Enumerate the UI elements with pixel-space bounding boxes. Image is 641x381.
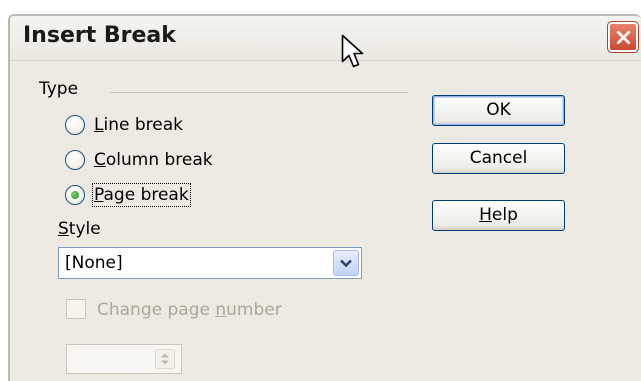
ok-button[interactable]: OK — [432, 95, 565, 126]
radio-circle-selected[interactable] — [65, 185, 85, 205]
type-group-divider — [110, 92, 408, 93]
spin-arrows-icon — [161, 353, 169, 365]
style-selected-value: [None] — [65, 253, 123, 273]
radio-label-column-break[interactable]: Column break — [94, 150, 213, 170]
radio-label-line-break[interactable]: Line break — [94, 115, 183, 135]
change-page-number-label: Change page number — [97, 300, 282, 320]
style-label: Style — [58, 219, 101, 239]
close-button[interactable] — [607, 21, 639, 53]
radio-selected-dot — [71, 191, 79, 199]
radio-circle[interactable] — [65, 150, 85, 170]
help-button[interactable]: Help — [432, 200, 565, 231]
change-page-number-checkbox[interactable] — [66, 299, 86, 319]
spin-button[interactable] — [155, 349, 175, 369]
style-dropdown[interactable]: [None] — [58, 247, 362, 279]
page-number-spinbox[interactable] — [66, 344, 182, 374]
insert-break-dialog: Insert Break Type Line break Column brea… — [8, 14, 641, 381]
cancel-button[interactable]: Cancel — [432, 143, 565, 174]
title-bar[interactable]: Insert Break — [10, 16, 641, 61]
mouse-pointer-icon — [341, 34, 364, 68]
type-group-label: Type — [39, 79, 79, 99]
dialog-title: Insert Break — [23, 23, 176, 48]
close-x-icon — [616, 30, 631, 45]
chevron-down-icon — [340, 259, 352, 268]
dropdown-arrow-button[interactable] — [333, 250, 359, 276]
radio-label-page-break[interactable]: Page break — [92, 183, 191, 207]
radio-circle[interactable] — [65, 115, 85, 135]
